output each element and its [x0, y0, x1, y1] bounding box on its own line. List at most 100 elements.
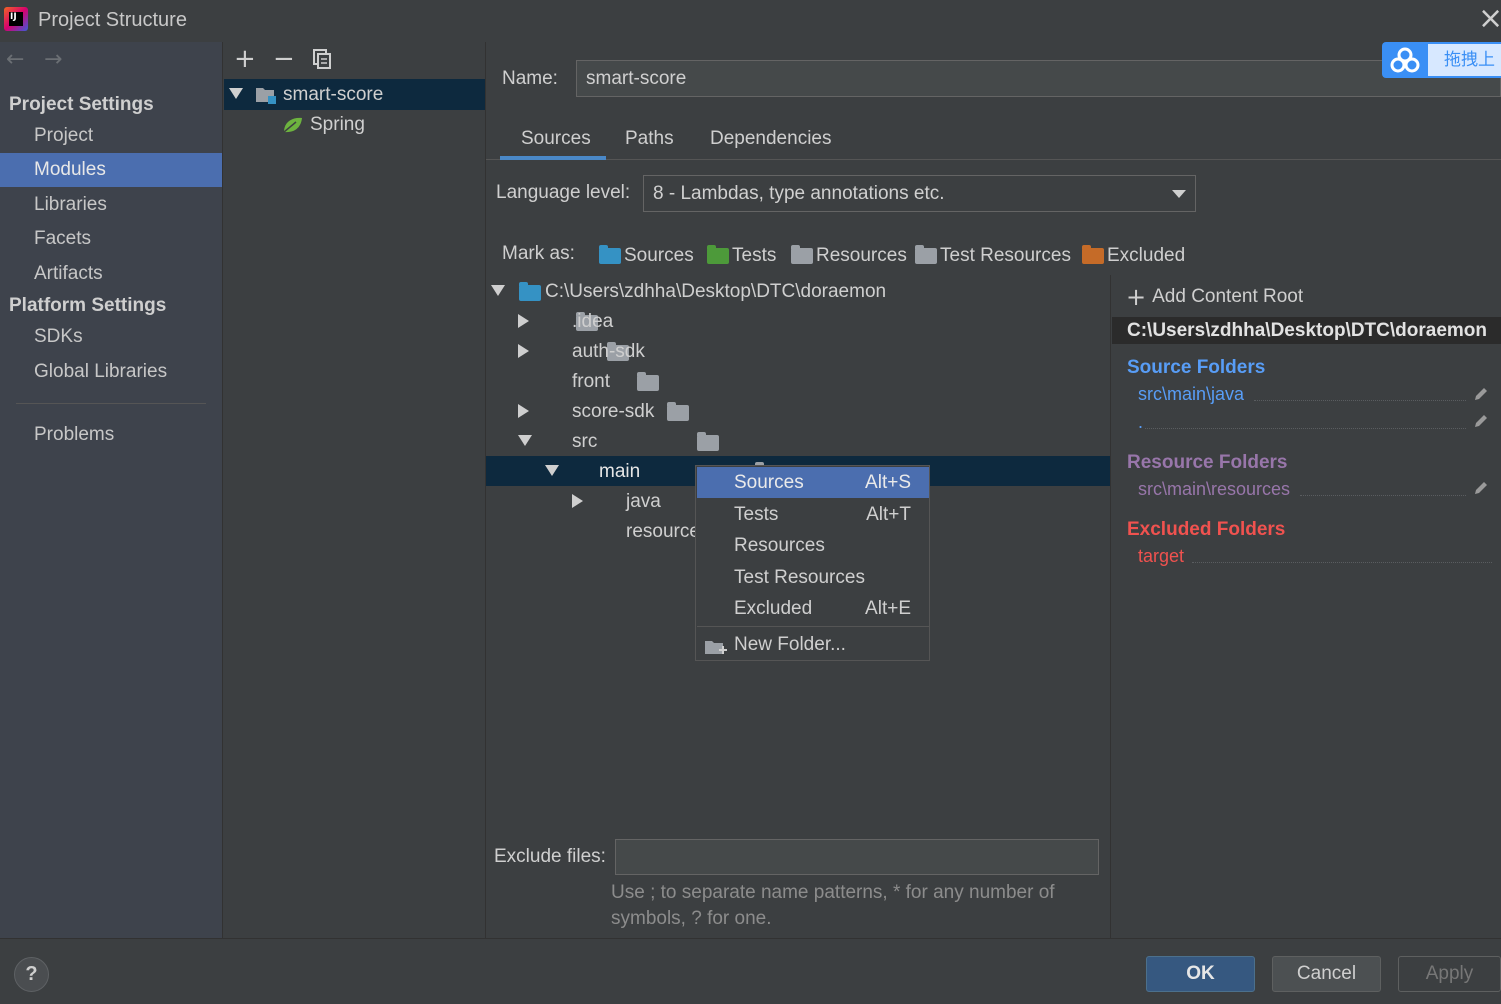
menu-item-sources[interactable]: Sources Alt+S [697, 467, 929, 498]
dotted-leader [1300, 495, 1466, 496]
folder-icon [636, 372, 659, 391]
source-folders-title: Source Folders [1127, 357, 1266, 378]
excluded-folders-title: Excluded Folders [1127, 519, 1286, 540]
language-level-label: Language level: [496, 182, 631, 203]
tree-node-auth-sdk[interactable]: auth-sdk [572, 341, 645, 363]
module-item-spring[interactable]: Spring [310, 114, 365, 136]
mark-test-resources-label: Test Resources [940, 245, 1071, 266]
nav-item-artifacts[interactable]: Artifacts [0, 257, 222, 291]
menu-item-new-folder[interactable]: New Folder... [697, 629, 929, 660]
menu-item-label: Tests [734, 504, 779, 525]
expand-arrow-icon[interactable] [518, 314, 529, 328]
tree-node-java[interactable]: java [626, 491, 661, 513]
menu-item-resources[interactable]: Resources [697, 530, 929, 561]
mark-excluded-label: Excluded [1107, 245, 1186, 266]
menu-item-shortcut: Alt+T [866, 504, 911, 525]
edit-pencil-icon[interactable] [1473, 480, 1489, 496]
nav-item-facets[interactable]: Facets [0, 222, 222, 256]
mark-sources-button[interactable]: Sources [599, 245, 694, 267]
nav-item-problems[interactable]: Problems [0, 418, 222, 452]
menu-item-label: Resources [734, 535, 825, 556]
resource-folder-item[interactable]: src\main\resources [1138, 479, 1290, 500]
menu-item-test-resources[interactable]: Test Resources [697, 562, 929, 593]
tab-dependencies[interactable]: Dependencies [710, 128, 831, 150]
tab-divider [486, 159, 1501, 160]
spring-leaf-icon [282, 116, 304, 134]
modules-panel [222, 42, 486, 938]
tab-sources[interactable]: Sources [521, 128, 591, 150]
help-button[interactable]: ? [14, 957, 49, 992]
nav-item-libraries[interactable]: Libraries [0, 188, 222, 222]
close-icon[interactable]: × [1478, 4, 1501, 34]
tree-node-front[interactable]: front [572, 371, 610, 393]
language-level-select[interactable]: 8 - Lambdas, type annotations etc. [643, 175, 1196, 212]
exclude-files-input[interactable] [615, 839, 1099, 875]
edit-pencil-icon[interactable] [1473, 413, 1489, 429]
nav-item-modules[interactable]: Modules [0, 153, 222, 187]
remove-module-button[interactable]: − [273, 46, 295, 72]
dotted-leader [1145, 428, 1466, 429]
ok-button[interactable]: OK [1146, 956, 1255, 992]
folder-icon [519, 282, 541, 301]
expand-arrow-icon[interactable] [518, 344, 529, 358]
tree-node-score-sdk[interactable]: score-sdk [572, 401, 654, 423]
module-name-input[interactable] [576, 60, 1501, 97]
module-item-smart-score[interactable]: smart-score [283, 84, 383, 106]
add-content-root-label: Add Content Root [1152, 286, 1304, 307]
mark-tests-label: Tests [732, 245, 777, 266]
intellij-logo-icon: IJ [4, 7, 28, 31]
resources-folder-icon [791, 245, 813, 264]
expand-arrow-icon[interactable] [572, 494, 583, 508]
platform-settings-header: Platform Settings [9, 295, 167, 316]
menu-item-label: New Folder... [734, 634, 846, 655]
collapse-arrow-icon[interactable] [229, 88, 243, 99]
excluded-folder-item[interactable]: target [1138, 546, 1184, 567]
chevron-down-icon[interactable] [1172, 190, 1186, 198]
menu-item-tests[interactable]: Tests Alt+T [697, 499, 929, 530]
menu-separator [697, 626, 929, 627]
mark-excluded-button[interactable]: Excluded [1082, 245, 1185, 267]
add-module-button[interactable]: + [234, 46, 256, 72]
tree-node-resources[interactable]: resource [626, 521, 696, 543]
mark-tests-button[interactable]: Tests [707, 245, 776, 267]
menu-item-shortcut: Alt+S [865, 472, 911, 493]
forward-arrow-icon[interactable]: → [44, 47, 62, 72]
module-icon [256, 86, 278, 104]
nav-divider [16, 403, 206, 404]
tree-root-path[interactable]: C:\Users\zdhha\Desktop\DTC\doraemon [545, 281, 886, 303]
source-folder-item[interactable]: . [1138, 412, 1143, 433]
collapse-arrow-icon[interactable] [518, 435, 532, 446]
menu-item-excluded[interactable]: Excluded Alt+E [697, 593, 929, 624]
new-folder-icon [705, 637, 727, 655]
tree-node-idea[interactable]: .idea [572, 311, 613, 333]
test-resources-folder-icon [915, 245, 937, 264]
tab-paths[interactable]: Paths [625, 128, 674, 150]
window-title: Project Structure [38, 9, 187, 31]
back-arrow-icon[interactable]: ← [6, 47, 24, 72]
nav-item-global-libraries[interactable]: Global Libraries [0, 355, 222, 389]
content-root-path[interactable]: C:\Users\zdhha\Desktop\DTC\doraemon [1112, 317, 1501, 344]
cancel-button[interactable]: Cancel [1272, 956, 1381, 992]
source-folder-item[interactable]: src\main\java [1138, 384, 1244, 405]
mark-test-resources-button[interactable]: Test Resources [915, 245, 1071, 267]
expand-arrow-icon[interactable] [518, 404, 529, 418]
sources-folder-icon [599, 245, 621, 264]
menu-item-shortcut: Alt+E [865, 598, 911, 619]
tree-node-main[interactable]: main [599, 461, 640, 483]
collapse-arrow-icon[interactable] [545, 465, 559, 476]
active-tab-indicator [500, 156, 606, 160]
expand-arrow-icon[interactable] [491, 285, 505, 296]
folder-icon [697, 432, 720, 451]
mark-sources-label: Sources [624, 245, 694, 266]
copy-icon[interactable] [313, 49, 331, 69]
tree-node-src[interactable]: src [572, 431, 597, 453]
nav-item-project[interactable]: Project [0, 119, 222, 153]
baidu-netdisk-overlay[interactable]: 拖拽上 [1382, 42, 1501, 78]
nav-item-sdks[interactable]: SDKs [0, 320, 222, 354]
folder-icon [667, 402, 690, 421]
mark-resources-button[interactable]: Resources [791, 245, 907, 267]
plus-icon: + [1126, 283, 1147, 311]
apply-button[interactable]: Apply [1398, 956, 1501, 992]
add-content-root-button[interactable]: + Add Content Root [1126, 283, 1304, 311]
edit-pencil-icon[interactable] [1473, 386, 1489, 402]
